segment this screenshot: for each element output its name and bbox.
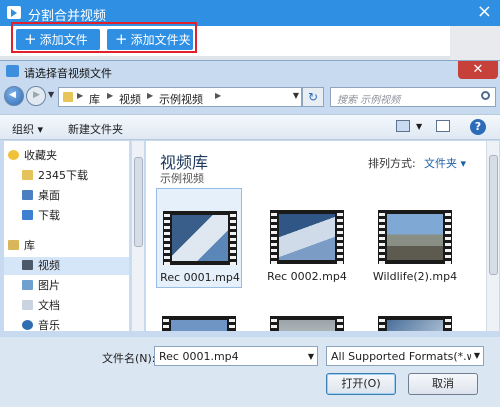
chevron-right-icon[interactable]: ▶ (215, 91, 221, 100)
file-name: Rec 0001.mp4 (160, 271, 240, 284)
address-dropdown-icon[interactable]: ▼ (293, 91, 299, 100)
file-type-dropdown-icon[interactable]: ▼ (471, 347, 483, 365)
filename-dropdown-icon[interactable]: ▼ (308, 352, 314, 361)
file-item[interactable] (372, 296, 458, 331)
search-input[interactable]: 搜索 示例视频 (330, 87, 496, 107)
app-logo-icon (7, 6, 21, 19)
file-open-dialog: 请选择音视频文件 ✕ ▼ ▶ 库 ▶ 视频 ▶ 示例视频 ▶ ▼ ↻ 搜索 示例… (0, 60, 500, 407)
music-icon (22, 320, 33, 330)
chevron-right-icon[interactable]: ▶ (107, 91, 113, 100)
download-folder-icon (22, 210, 33, 220)
nav-item-label: 文档 (38, 299, 60, 312)
nav-item-documents[interactable]: 文档 (22, 297, 60, 315)
nav-libraries-label: 库 (24, 239, 35, 252)
dialog-title: 请选择音视频文件 (24, 67, 112, 80)
refresh-icon: ↻ (307, 90, 319, 104)
organize-menu[interactable]: 组织 ▾ (12, 121, 43, 137)
chevron-right-icon[interactable]: ▶ (77, 91, 83, 100)
library-subtitle: 示例视频 (160, 172, 204, 185)
forward-button[interactable] (26, 86, 46, 106)
filename-value: Rec 0001.mp4 (159, 350, 239, 363)
chevron-right-icon[interactable]: ▶ (147, 91, 153, 100)
new-folder-button[interactable]: 新建文件夹 (68, 121, 123, 137)
breadcrumb-videos[interactable]: 视频 (119, 91, 141, 107)
history-dropdown-icon[interactable]: ▼ (48, 90, 54, 99)
nav-item-videos[interactable]: 视频 (4, 257, 129, 275)
arrange-by-label: 排列方式: (368, 157, 416, 170)
content-scrollbar[interactable] (486, 141, 499, 331)
change-view-icon[interactable] (396, 120, 410, 132)
nav-item-label: 图片 (38, 279, 60, 292)
nav-item-music[interactable]: 音乐 (22, 317, 60, 331)
nav-item-label: 音乐 (38, 319, 60, 331)
file-type-select[interactable]: All Supported Formats(*.wtv; ▼ (326, 346, 484, 366)
open-button[interactable]: 打开(O) (326, 373, 396, 395)
scrollbar-thumb[interactable] (489, 155, 498, 275)
cancel-button[interactable]: 取消 (408, 373, 478, 395)
address-row: ▼ ▶ 库 ▶ 视频 ▶ 示例视频 ▶ ▼ ↻ 搜索 示例视频 (0, 81, 500, 111)
dialog-close-button[interactable]: ✕ (458, 61, 498, 79)
nav-item-label: 2345下载 (38, 169, 88, 182)
library-icon (8, 240, 19, 250)
filename-label: 文件名(N): (102, 352, 156, 365)
video-library-icon (22, 260, 33, 270)
nav-item-2345download[interactable]: 2345下载 (22, 167, 88, 185)
back-button[interactable] (4, 86, 24, 106)
preview-pane-icon[interactable] (436, 120, 450, 132)
video-thumbnail (378, 316, 452, 331)
file-name: Rec 0002.mp4 (267, 270, 347, 283)
file-item[interactable]: Wildlife(2).mp4 (372, 188, 458, 288)
video-thumbnail (162, 316, 236, 331)
nav-item-label: 下载 (38, 209, 60, 222)
nav-item-desktop[interactable]: 桌面 (22, 187, 60, 205)
file-item[interactable] (156, 296, 242, 331)
scrollbar-thumb[interactable] (134, 157, 143, 247)
file-type-value: All Supported Formats(*.wtv; (331, 350, 484, 363)
file-item[interactable]: Rec 0002.mp4 (264, 188, 350, 288)
breadcrumb-library[interactable]: 库 (89, 91, 100, 107)
app-close-button[interactable]: × (477, 2, 492, 22)
desktop-icon (22, 190, 33, 200)
navigation-pane: 收藏夹 2345下载 桌面 下载 库 视频 图片 文档 音乐 (4, 141, 130, 331)
nav-favorites-label: 收藏夹 (24, 149, 57, 162)
video-thumbnail (163, 211, 237, 265)
refresh-button[interactable]: ↻ (302, 87, 324, 107)
address-bar[interactable]: ▶ 库 ▶ 视频 ▶ 示例视频 ▶ ▼ (58, 87, 302, 107)
file-item[interactable]: Rec 0001.mp4 (156, 188, 242, 288)
nav-libraries[interactable]: 库 (8, 237, 35, 255)
dialog-footer: 文件名(N): Rec 0001.mp4 ▼ All Supported For… (0, 337, 500, 407)
video-thumbnail (378, 210, 452, 264)
file-item[interactable] (264, 296, 350, 331)
file-name: Wildlife(2).mp4 (372, 270, 458, 283)
documents-icon (22, 300, 33, 310)
nav-scrollbar[interactable] (131, 141, 144, 331)
star-icon (8, 150, 19, 160)
video-thumbnail (270, 210, 344, 264)
nav-favorites[interactable]: 收藏夹 (8, 147, 57, 165)
folder-icon (63, 92, 73, 102)
nav-item-downloads[interactable]: 下载 (22, 207, 60, 225)
highlight-box (11, 22, 197, 53)
search-icon (481, 91, 490, 100)
pictures-icon (22, 280, 33, 290)
help-button[interactable]: ? (470, 119, 486, 135)
dialog-app-icon (6, 65, 19, 77)
folder-icon (22, 170, 33, 180)
arrange-by-dropdown[interactable]: 文件夹 ▾ (424, 155, 466, 171)
command-bar: 组织 ▾ 新建文件夹 ▼ ? (0, 114, 500, 140)
nav-item-label: 桌面 (38, 189, 60, 202)
view-dropdown-icon[interactable]: ▼ (416, 122, 422, 131)
file-list: 视频库 示例视频 排列方式: 文件夹 ▾ Rec 0001.mp4 Rec 00… (146, 141, 486, 331)
filename-input[interactable]: Rec 0001.mp4 ▼ (154, 346, 318, 366)
breadcrumb-sample-videos[interactable]: 示例视频 (159, 91, 203, 107)
nav-item-pictures[interactable]: 图片 (22, 277, 60, 295)
video-thumbnail (270, 316, 344, 331)
search-placeholder: 搜索 示例视频 (337, 95, 401, 106)
nav-item-label: 视频 (38, 259, 60, 272)
